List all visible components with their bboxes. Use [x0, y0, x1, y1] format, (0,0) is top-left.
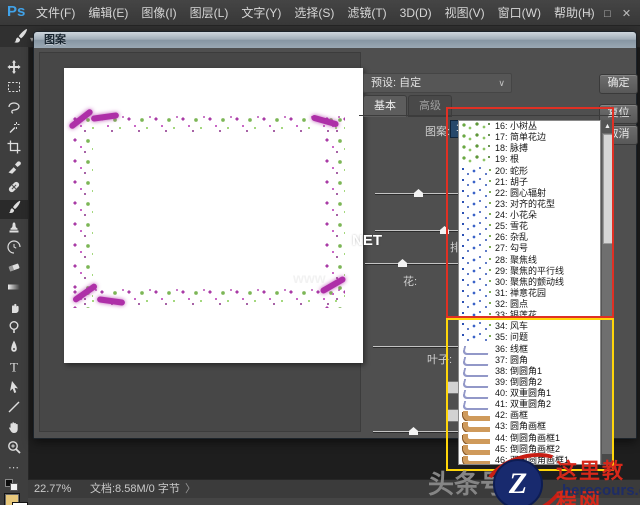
type-tool[interactable]: T [0, 360, 28, 379]
status-bar-footer [28, 498, 640, 505]
healing-brush-tool[interactable] [0, 180, 28, 199]
pen-icon [6, 339, 22, 360]
maximize-button[interactable]: □ [598, 2, 617, 27]
menu-item-1[interactable]: 编辑(E) [88, 1, 128, 26]
eraser-tool[interactable] [0, 260, 28, 279]
lasso-icon [6, 99, 22, 120]
move-tool[interactable] [0, 60, 28, 79]
menu-items: 文件(F) 编辑(E) 图像(I) 图层(L) 文字(Y) 选择(S) 滤镜(T) 3D(D)… [36, 0, 608, 25]
tab-basic[interactable]: 基本 [363, 95, 407, 117]
menu-item-6[interactable]: 滤镜(T) [347, 1, 386, 26]
preset-label: 预设: [371, 77, 397, 89]
menu-item-8[interactable]: 视图(V) [445, 1, 485, 26]
type-icon: T [6, 359, 22, 380]
marquee-tool[interactable] [0, 80, 28, 99]
hand-icon [6, 419, 22, 440]
preset-value: 自定 [399, 77, 422, 89]
frame-edge-left [71, 114, 93, 308]
gradient-icon [6, 279, 22, 300]
crop-icon [6, 139, 22, 160]
zoom-icon [6, 439, 22, 460]
line-icon [6, 399, 22, 420]
clone-stamp-icon [6, 219, 22, 240]
marquee-icon [6, 79, 22, 100]
magic-wand-tool[interactable] [0, 120, 28, 139]
document-size-info: 文档:8.58M/0 字节 [90, 483, 180, 495]
preview-pane: www [39, 52, 363, 432]
photoshop-logo-icon: Ps [7, 3, 26, 20]
slider-thumb[interactable] [414, 189, 423, 197]
zoom-tool[interactable] [0, 440, 28, 459]
hand-tool[interactable] [0, 420, 28, 439]
slider-thumb[interactable] [398, 259, 407, 267]
status-expand-arrow[interactable]: 〉 [185, 480, 196, 499]
path-select-tool[interactable] [0, 380, 28, 399]
menu-item-2[interactable]: 图像(I) [141, 1, 176, 26]
path-select-icon [6, 379, 22, 400]
ok-button[interactable]: 确定 [599, 74, 638, 94]
crop-tool[interactable] [0, 140, 28, 159]
photoshop-window: Ps 文件(F) 编辑(E) 图像(I) 图层(L) 文字(Y) 选择(S) 滤镜(T) 3D… [0, 0, 640, 505]
brush-icon [6, 199, 22, 220]
eyedropper-icon [6, 159, 22, 180]
menu-item-3[interactable]: 图层(L) [190, 1, 229, 26]
menu-bar: Ps 文件(F) 编辑(E) 图像(I) 图层(L) 文字(Y) 选择(S) 滤镜(T) 3D… [0, 0, 640, 26]
pen-tool[interactable] [0, 340, 28, 359]
menu-item-9[interactable]: 窗口(W) [498, 1, 541, 26]
screenshot-watermark-fragment: NET [352, 232, 382, 249]
smudge-tool[interactable] [0, 300, 28, 319]
eyedropper-tool[interactable] [0, 160, 28, 179]
menu-item-0[interactable]: 文件(F) [36, 1, 75, 26]
annotation-red-box [446, 107, 614, 318]
canvas-watermark-fragment: www [293, 270, 326, 286]
chevron-down-icon: ∨ [498, 78, 505, 88]
tool-palette: T ⋯ [0, 47, 29, 505]
dodge-tool[interactable] [0, 320, 28, 339]
menu-item-7[interactable]: 3D(D) [400, 1, 432, 26]
gradient-tool[interactable] [0, 280, 28, 299]
lasso-tool[interactable] [0, 100, 28, 119]
document-canvas: www [64, 68, 363, 363]
swap-colors-icon[interactable] [10, 483, 18, 491]
history-brush-icon [6, 239, 22, 260]
slider-thumb[interactable] [409, 427, 418, 435]
smudge-icon [6, 299, 22, 320]
eraser-icon [6, 259, 22, 280]
close-button[interactable]: ✕ [617, 2, 636, 27]
flower-label: 花: [403, 276, 418, 288]
toolbar-overflow-button[interactable]: ⋯ [0, 461, 28, 474]
menu-item-4[interactable]: 文字(Y) [241, 1, 281, 26]
status-bar: 22.77% 文档:8.58M/0 字节 〉 [28, 479, 640, 499]
menu-item-5[interactable]: 选择(S) [294, 1, 334, 26]
move-icon [6, 59, 22, 80]
minimize-button[interactable]: – [579, 2, 598, 27]
dialog-title: 图案 [44, 34, 66, 46]
brush-tool[interactable] [0, 200, 28, 219]
clone-stamp-tool[interactable] [0, 220, 28, 239]
window-controls: – □ ✕ [579, 0, 636, 25]
zoom-level-field[interactable]: 22.77% [34, 480, 71, 499]
line-tool[interactable] [0, 400, 28, 419]
svg-text:T: T [10, 360, 18, 375]
magic-wand-icon [6, 119, 22, 140]
healing-brush-icon [6, 179, 22, 200]
dialog-title-bar[interactable]: 图案 [34, 32, 636, 48]
annotation-yellow-box [446, 318, 614, 471]
preset-dropdown[interactable]: 预设: 自定 ∨ [363, 73, 512, 93]
dodge-icon [6, 319, 22, 340]
history-brush-tool[interactable] [0, 240, 28, 259]
